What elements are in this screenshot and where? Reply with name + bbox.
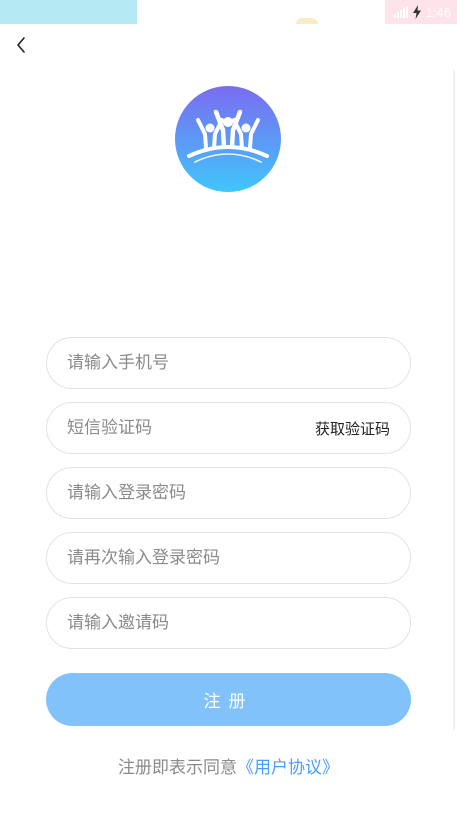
status-bar: 1:46 — [0, 0, 457, 24]
invite-code-input[interactable] — [67, 613, 390, 633]
register-button[interactable]: 注册 — [46, 673, 411, 726]
status-time: 1:46 — [425, 4, 451, 20]
password-field — [46, 467, 411, 519]
status-bar-right: 1:46 — [385, 0, 457, 24]
agreement-text: 注册即表示同意《用户协议》 — [0, 753, 457, 778]
phone-input[interactable] — [67, 353, 390, 373]
people-cheering-logo-icon — [187, 109, 269, 163]
get-code-button[interactable]: 获取验证码 — [315, 418, 390, 439]
register-screen: 1:46 获取验证码 — [0, 0, 457, 814]
battery-charging-icon — [412, 5, 421, 19]
status-bar-decoration — [296, 18, 318, 24]
signal-icon — [393, 6, 408, 18]
sms-code-input[interactable] — [67, 418, 307, 438]
scroll-indicator — [453, 70, 455, 730]
confirm-password-field — [46, 532, 411, 584]
back-button[interactable] — [10, 34, 32, 56]
user-agreement-link[interactable]: 《用户协议》 — [237, 758, 339, 778]
status-bar-left-overlay — [0, 0, 137, 24]
phone-field — [46, 337, 411, 389]
app-logo — [175, 86, 281, 192]
confirm-password-input[interactable] — [67, 548, 390, 568]
invite-code-field — [46, 597, 411, 649]
agreement-prefix: 注册即表示同意 — [118, 758, 237, 778]
password-input[interactable] — [67, 483, 390, 503]
sms-code-field: 获取验证码 — [46, 402, 411, 454]
chevron-left-icon — [17, 37, 25, 53]
